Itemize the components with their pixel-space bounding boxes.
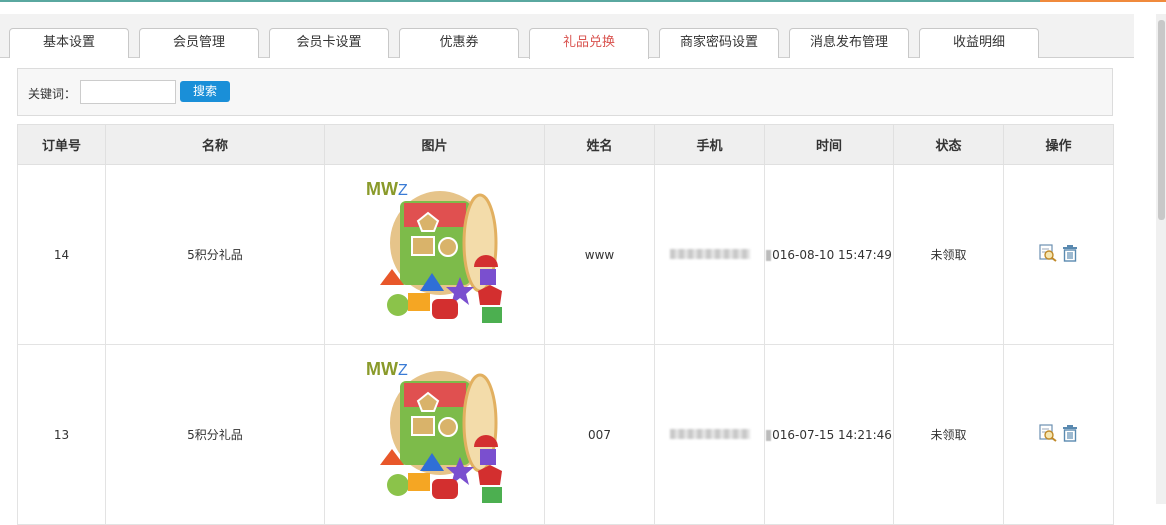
svg-text:Z: Z — [398, 362, 408, 379]
masked-phone — [669, 248, 750, 259]
svg-text:MW: MW — [366, 179, 398, 199]
header-name: 名称 — [105, 124, 325, 165]
search-button[interactable]: 搜索 — [180, 81, 230, 102]
tab-message-publishing[interactable]: 消息发布管理 — [789, 28, 909, 58]
scrollbar-thumb[interactable] — [1158, 20, 1165, 220]
tab-gift-exchange[interactable]: 礼品兑换 — [529, 28, 649, 59]
header-order-id: 订单号 — [17, 124, 106, 165]
cell-time: 016-08-10 15:47:49 — [764, 164, 894, 345]
tab-coupons[interactable]: 优惠券 — [399, 28, 519, 58]
gift-exchange-table: 订单号 名称 图片 姓名 手机 时间 状态 操作 14 5积分礼品 MW Z w… — [17, 124, 1114, 525]
cell-status: 未领取 — [893, 344, 1004, 525]
table-row: 13 5积分礼品 MW Z 007 016-07-15 14:21:46 未领取 — [17, 344, 1114, 525]
cell-gift-image: MW Z — [324, 344, 545, 525]
search-panel: 关键词： 搜索 — [17, 68, 1113, 116]
trash-icon[interactable] — [1061, 244, 1079, 262]
header-actions: 操作 — [1003, 124, 1114, 165]
svg-text:Z: Z — [398, 182, 408, 199]
view-magnifier-icon[interactable] — [1038, 424, 1057, 442]
table-header-row: 订单号 名称 图片 姓名 手机 时间 状态 操作 — [17, 124, 1114, 165]
cell-actions — [1003, 164, 1114, 345]
cell-gift-name: 5积分礼品 — [105, 164, 325, 345]
header-phone: 手机 — [654, 124, 765, 165]
cell-phone — [654, 344, 765, 525]
cell-order-id: 14 — [17, 164, 106, 345]
table-row: 14 5积分礼品 MW Z www 016-08-10 15:47:49 未领取 — [17, 164, 1114, 345]
search-keyword-label: 关键词： — [28, 87, 77, 101]
cell-time: 016-07-15 14:21:46 — [764, 344, 894, 525]
svg-text:MW: MW — [366, 359, 398, 379]
tab-merchant-password[interactable]: 商家密码设置 — [659, 28, 779, 58]
cell-gift-name: 5积分礼品 — [105, 344, 325, 525]
header-time: 时间 — [764, 124, 894, 165]
cell-status: 未领取 — [893, 164, 1004, 345]
cell-gift-image: MW Z — [324, 164, 545, 345]
tab-basic-settings[interactable]: 基本设置 — [9, 28, 129, 58]
trash-icon[interactable] — [1061, 424, 1079, 442]
header-status: 状态 — [893, 124, 1004, 165]
search-input[interactable] — [80, 80, 176, 104]
tab-revenue-details[interactable]: 收益明细 — [919, 28, 1039, 58]
view-magnifier-icon[interactable] — [1038, 244, 1057, 262]
header-user-name: 姓名 — [544, 124, 655, 165]
cell-order-id: 13 — [17, 344, 106, 525]
tab-member-management[interactable]: 会员管理 — [139, 28, 259, 58]
cell-user-name: www — [544, 164, 655, 345]
masked-phone — [669, 428, 750, 439]
cell-user-name: 007 — [544, 344, 655, 525]
tab-member-card-settings[interactable]: 会员卡设置 — [269, 28, 389, 58]
cell-phone — [654, 164, 765, 345]
gift-toy-image: MW Z — [366, 179, 502, 323]
tab-bar: 基本设置 会员管理 会员卡设置 优惠券 礼品兑换 商家密码设置 消息发布管理 收… — [0, 14, 1134, 59]
cell-actions — [1003, 344, 1114, 525]
gift-toy-image: MW Z — [366, 359, 502, 503]
header-image: 图片 — [324, 124, 545, 165]
